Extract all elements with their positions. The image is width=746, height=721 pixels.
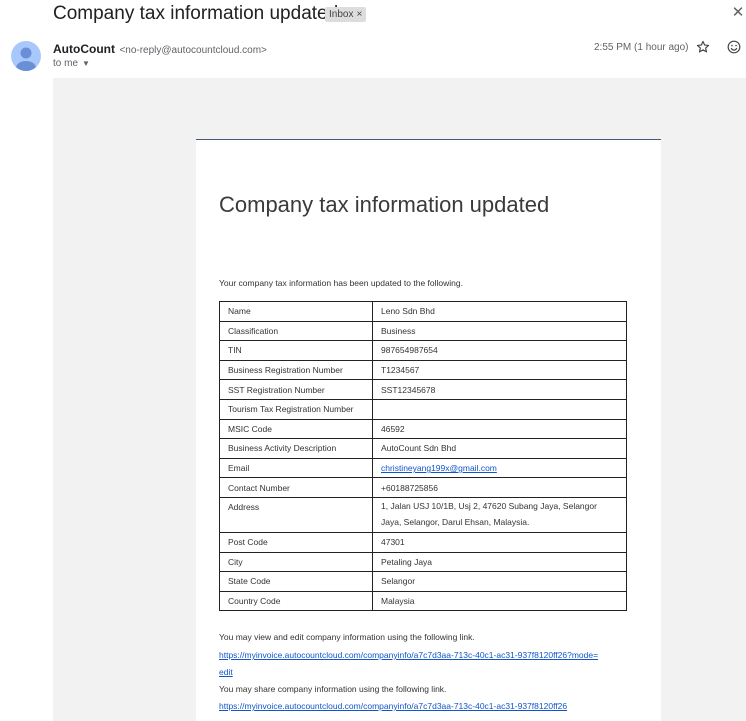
table-row: Post Code 47301 [219, 531, 627, 553]
table-row: State Code Selangor [219, 571, 627, 592]
field-value-cell: christineyang199x@gmail.com [372, 457, 627, 479]
field-value: +60188725856 [372, 477, 627, 498]
table-row: Tourism Tax Registration Number [219, 398, 627, 420]
inbox-label-chip[interactable]: Inbox × [325, 7, 367, 22]
field-label: Country Code [219, 590, 373, 612]
table-row: TIN 987654987654 [219, 340, 627, 361]
sender-name[interactable]: AutoCount [53, 42, 115, 56]
field-value: 46592 [372, 418, 627, 440]
field-value: T1234567 [372, 359, 627, 381]
inbox-label-text: Inbox [329, 9, 354, 20]
email-content-card: Company tax information updated Your com… [196, 139, 661, 721]
field-label: Business Registration Number [219, 359, 373, 381]
field-value: SST12345678 [372, 379, 627, 400]
tax-info-table: Name Leno Sdn Bhd Classification Business TI… [219, 301, 627, 612]
emoji-icon[interactable] [727, 40, 741, 54]
field-value: Petaling Jaya [372, 551, 627, 573]
field-label: Contact Number [219, 477, 373, 498]
table-row: Contact Number +60188725856 [219, 477, 627, 498]
share-info-link[interactable]: https://myinvoice.autocountcloud.com/com… [219, 701, 567, 711]
edit-info-text: You may view and edit company informatio… [219, 632, 475, 642]
table-row: Email christineyang199x@gmail.com [219, 457, 627, 479]
sender-row: AutoCount <no-reply@autocountcloud.com> [53, 40, 267, 58]
field-value: 47301 [372, 531, 627, 553]
edit-info-link[interactable]: https://myinvoice.autocountcloud.com/com… [219, 650, 598, 660]
email-title: Company tax information updated [219, 192, 550, 217]
field-value: Selangor [372, 571, 627, 592]
table-row: SST Registration Number SST12345678 [219, 379, 627, 400]
edit-info-link-continued[interactable]: edit [219, 667, 233, 677]
field-value: Malaysia [372, 590, 627, 612]
table-row: Classification Business [219, 320, 627, 342]
field-value: 1, Jalan USJ 10/1B, Usj 2, 47620 Subang … [372, 496, 627, 533]
field-label: Address [219, 496, 373, 533]
field-value: Business [372, 320, 627, 342]
intro-text: Your company tax information has been up… [219, 278, 463, 288]
subject-row: Company tax information updated Inbox × ✕ [0, 0, 746, 30]
table-row: Business Activity Description AutoCount S… [219, 438, 627, 459]
field-label: State Code [219, 571, 373, 592]
sender-email: <no-reply@autocountcloud.com> [119, 45, 267, 56]
remove-label-icon[interactable]: × [356, 9, 362, 20]
share-info-text: You may share company information using … [219, 684, 447, 694]
email-link[interactable]: christineyang199x@gmail.com [381, 463, 497, 473]
table-row: Address 1, Jalan USJ 10/1B, Usj 2, 47620 … [219, 496, 627, 533]
table-row: Country Code Malaysia [219, 590, 627, 612]
close-icon[interactable]: ✕ [731, 3, 745, 23]
recipient-details[interactable]: to me ▼ [53, 58, 90, 69]
table-row: MSIC Code 46592 [219, 418, 627, 440]
field-label: TIN [219, 340, 373, 361]
field-label: MSIC Code [219, 418, 373, 440]
field-label: Email [219, 457, 373, 479]
field-label: Tourism Tax Registration Number [219, 398, 373, 420]
table-row: Name Leno Sdn Bhd [219, 301, 627, 322]
person-icon [16, 47, 36, 71]
chevron-down-icon[interactable]: ▼ [82, 59, 90, 68]
email-subject: Company tax information updated [53, 3, 339, 24]
field-label: Classification [219, 320, 373, 342]
recipient-text: to me [53, 58, 79, 69]
field-value: 987654987654 [372, 340, 627, 361]
table-row: City Petaling Jaya [219, 551, 627, 573]
field-label: Name [219, 301, 373, 322]
message-timestamp: 2:55 PM (1 hour ago) [594, 42, 689, 53]
field-label: Post Code [219, 531, 373, 553]
sender-avatar[interactable] [11, 41, 41, 71]
field-value: AutoCount Sdn Bhd [372, 438, 627, 459]
field-value: Leno Sdn Bhd [372, 301, 627, 322]
field-label: Business Activity Description [219, 438, 373, 459]
table-row: Business Registration Number T1234567 [219, 359, 627, 381]
field-label: SST Registration Number [219, 379, 373, 400]
star-icon[interactable] [696, 40, 710, 54]
field-value [372, 398, 627, 420]
field-label: City [219, 551, 373, 573]
